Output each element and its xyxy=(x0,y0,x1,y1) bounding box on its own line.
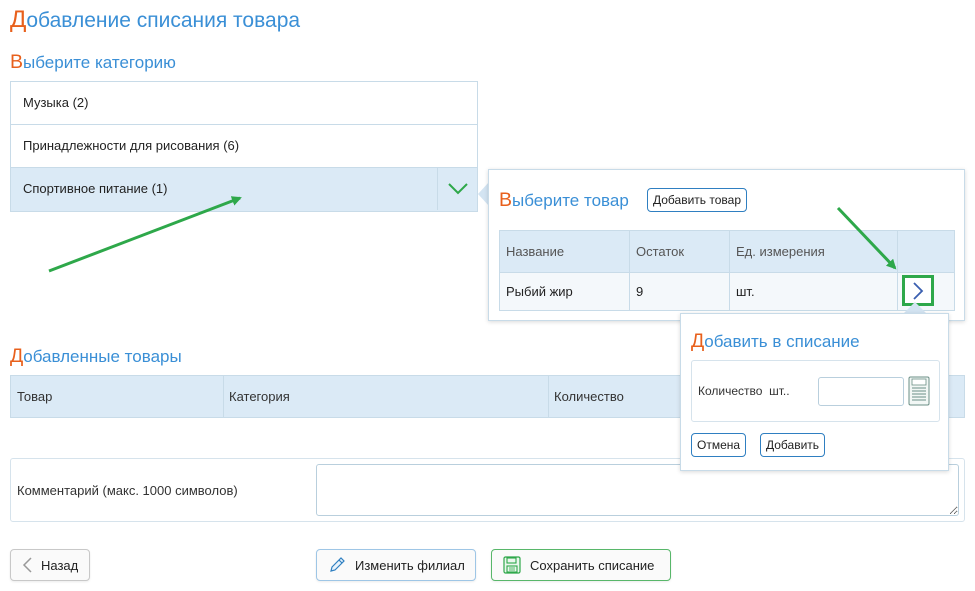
category-item-label: Принадлежности для рисования (6) xyxy=(23,138,240,153)
floppy-disk-icon xyxy=(503,556,521,574)
select-product-popup: Выберите товар Добавить товар Название О… xyxy=(488,169,965,321)
back-button[interactable]: Назад xyxy=(10,549,90,581)
popover-pointer xyxy=(904,302,926,313)
checkmark-icon xyxy=(437,168,477,210)
change-branch-button[interactable]: Изменить филиал xyxy=(316,549,476,581)
product-unit-cell: шт. xyxy=(730,273,898,310)
category-item-selected[interactable]: Спортивное питание (1) xyxy=(11,168,477,211)
comment-label: Комментарий (макс. 1000 символов) xyxy=(17,483,238,498)
change-branch-label: Изменить филиал xyxy=(355,557,465,573)
chevron-left-icon xyxy=(22,557,32,573)
chevron-right-icon xyxy=(913,281,924,300)
products-table: Название Остаток Ед. измерения Рыбий жир… xyxy=(499,230,955,311)
column-header-quantity: Количество xyxy=(554,389,624,404)
add-to-writeoff-popup: Добавить в списание Количество шт.. Отме… xyxy=(680,313,949,471)
column-header-category: Категория xyxy=(229,389,290,404)
column-header-product: Товар xyxy=(17,389,53,404)
category-heading: Выберите категорию xyxy=(10,51,176,73)
add-button[interactable]: Добавить xyxy=(760,433,826,457)
cancel-button[interactable]: Отмена xyxy=(691,433,747,457)
quantity-label: Количество шт.. xyxy=(698,384,790,398)
product-name-cell: Рыбий жир xyxy=(500,273,630,310)
add-to-writeoff-heading: Добавить в списание xyxy=(691,330,860,352)
pencil-icon xyxy=(330,557,345,572)
category-list: Музыка (2) Принадлежности для рисования … xyxy=(10,81,478,212)
quantity-input[interactable] xyxy=(818,377,904,406)
select-product-heading: Выберите товар xyxy=(499,189,629,211)
category-item[interactable]: Музыка (2) xyxy=(11,82,477,125)
product-stock-cell: 9 xyxy=(630,273,730,310)
category-item-label: Музыка (2) xyxy=(23,95,89,110)
back-button-label: Назад xyxy=(41,557,79,573)
column-header-stock: Остаток xyxy=(630,231,730,272)
category-item[interactable]: Принадлежности для рисования (6) xyxy=(11,125,477,168)
save-writeoff-button[interactable]: Сохранить списание xyxy=(491,549,671,581)
column-header-name: Название xyxy=(500,231,630,272)
column-header-unit: Ед. измерения xyxy=(730,231,898,272)
table-row[interactable]: Рыбий жир 9 шт. xyxy=(500,273,954,310)
quantity-group: Количество шт.. xyxy=(691,360,940,422)
category-item-label: Спортивное питание (1) xyxy=(23,181,168,196)
added-heading: Добавленные товары xyxy=(10,345,182,367)
save-writeoff-label: Сохранить списание xyxy=(530,557,655,573)
comment-textarea[interactable] xyxy=(316,464,959,516)
calculator-icon[interactable] xyxy=(908,376,930,411)
page-title: Добавление списания товара xyxy=(10,6,301,33)
table-header-row: Название Остаток Ед. измерения xyxy=(500,231,954,273)
add-product-button[interactable]: Добавить товар xyxy=(647,188,747,212)
